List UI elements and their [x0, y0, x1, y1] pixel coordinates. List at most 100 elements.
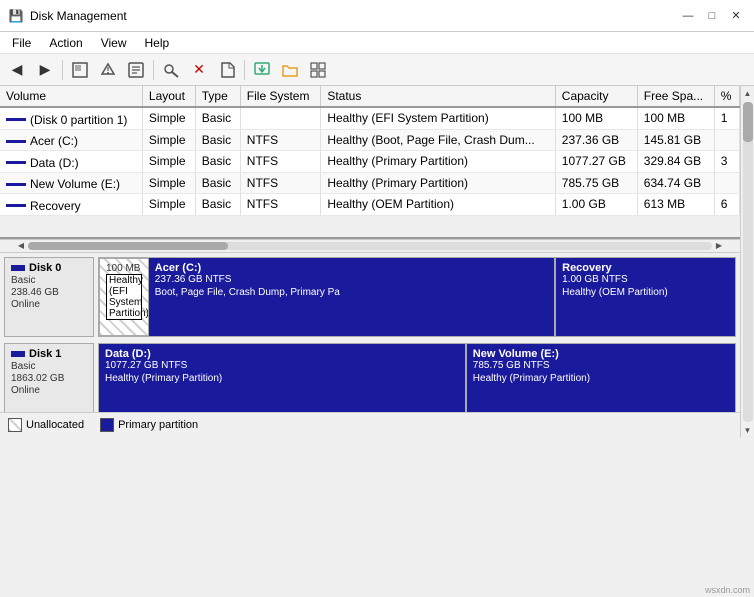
minimize-button[interactable]: —: [678, 6, 698, 26]
toolbar-sep-2: [153, 60, 154, 80]
toolbar-forward[interactable]: ▶: [32, 58, 58, 82]
vert-scroll-track[interactable]: [743, 102, 753, 422]
vert-scroll-thumb[interactable]: [743, 102, 753, 142]
cell-layout: Simple: [142, 151, 195, 173]
cell-freespace: 145.81 GB: [637, 129, 714, 151]
cell-capacity: 1.00 GB: [555, 194, 637, 216]
partition[interactable]: 100 MB Healthy (EFI System Partition): [99, 258, 149, 336]
col-pct[interactable]: %: [714, 86, 739, 107]
window-title: Disk Management: [30, 9, 127, 23]
window-controls: — □ ✕: [678, 6, 746, 26]
table-row[interactable]: Recovery Simple Basic NTFS Healthy (OEM …: [0, 194, 740, 216]
table-header-row: Volume Layout Type File System Status Ca…: [0, 86, 740, 107]
partition-name: New Volume (E:): [473, 348, 729, 360]
legend-primary: Primary partition: [100, 418, 198, 432]
toolbar-btn-3[interactable]: [67, 58, 93, 82]
cell-volume: (Disk 0 partition 1): [0, 107, 142, 129]
col-volume[interactable]: Volume: [0, 86, 142, 107]
cell-capacity: 237.36 GB: [555, 129, 637, 151]
partition[interactable]: Data (D:) 1077.27 GB NTFS Healthy (Prima…: [99, 344, 467, 412]
cell-pct: 1: [714, 107, 739, 129]
horizontal-scrollbar[interactable]: ◀ ▶: [0, 239, 740, 253]
cell-status: Healthy (Boot, Page File, Crash Dum...: [321, 129, 555, 151]
toolbar-import[interactable]: [249, 58, 275, 82]
table-body: (Disk 0 partition 1) Simple Basic Health…: [0, 107, 740, 215]
toolbar-sep-3: [244, 60, 245, 80]
cell-filesystem: NTFS: [240, 151, 321, 173]
toolbar-folder[interactable]: [277, 58, 303, 82]
partition[interactable]: Acer (C:) 237.36 GB NTFS Boot, Page File…: [149, 258, 556, 336]
partition-name: Data (D:): [105, 348, 459, 360]
cell-type: Basic: [195, 194, 240, 216]
toolbar-doc[interactable]: [214, 58, 240, 82]
scroll-track[interactable]: [28, 242, 712, 250]
menu-file[interactable]: File: [4, 34, 39, 52]
table-row[interactable]: Data (D:) Simple Basic NTFS Healthy (Pri…: [0, 151, 740, 173]
toolbar-delete[interactable]: ✕: [186, 58, 212, 82]
toolbar-grid[interactable]: [305, 58, 331, 82]
cell-filesystem: NTFS: [240, 194, 321, 216]
col-type[interactable]: Type: [195, 86, 240, 107]
disk-row: Disk 1 Basic 1863.02 GB Online Data (D:)…: [4, 343, 736, 412]
disk-size: 1863.02 GB: [11, 373, 87, 384]
toolbar-btn-4[interactable]: [95, 58, 121, 82]
col-layout[interactable]: Layout: [142, 86, 195, 107]
col-capacity[interactable]: Capacity: [555, 86, 637, 107]
partition-size: 1077.27 GB NTFS: [105, 360, 459, 371]
cell-volume: New Volume (E:): [0, 172, 142, 194]
partition[interactable]: New Volume (E:) 785.75 GB NTFS Healthy (…: [467, 344, 735, 412]
toolbar-btn-5[interactable]: [123, 58, 149, 82]
volume-table-section[interactable]: Volume Layout Type File System Status Ca…: [0, 86, 740, 239]
col-filesystem[interactable]: File System: [240, 86, 321, 107]
cell-freespace: 613 MB: [637, 194, 714, 216]
cell-layout: Simple: [142, 129, 195, 151]
cell-volume: Acer (C:): [0, 129, 142, 151]
disk-status: Online: [11, 385, 87, 396]
cell-pct: [714, 129, 739, 151]
cell-pct: [714, 172, 739, 194]
col-status[interactable]: Status: [321, 86, 555, 107]
cell-freespace: 100 MB: [637, 107, 714, 129]
disk-type: Basic: [11, 275, 87, 286]
cell-capacity: 100 MB: [555, 107, 637, 129]
disk-content: Volume Layout Type File System Status Ca…: [0, 86, 740, 438]
partition-status: Healthy (Primary Partition): [105, 373, 459, 384]
table-row[interactable]: Acer (C:) Simple Basic NTFS Healthy (Boo…: [0, 129, 740, 151]
scroll-thumb[interactable]: [28, 242, 228, 250]
title-bar: 💾 Disk Management — □ ✕: [0, 0, 754, 32]
cell-type: Basic: [195, 151, 240, 173]
menu-bar: File Action View Help: [0, 32, 754, 54]
col-freespace[interactable]: Free Spa...: [637, 86, 714, 107]
cell-volume: Recovery: [0, 194, 142, 216]
partition[interactable]: Recovery 1.00 GB NTFS Healthy (OEM Parti…: [556, 258, 735, 336]
toolbar-key[interactable]: [158, 58, 184, 82]
cell-pct: 6: [714, 194, 739, 216]
close-button[interactable]: ✕: [726, 6, 746, 26]
cell-layout: Simple: [142, 194, 195, 216]
cell-status: Healthy (OEM Partition): [321, 194, 555, 216]
partition-status: Healthy (EFI System Partition): [106, 274, 142, 320]
menu-view[interactable]: View: [93, 34, 135, 52]
table-row[interactable]: New Volume (E:) Simple Basic NTFS Health…: [0, 172, 740, 194]
toolbar-back[interactable]: ◀: [4, 58, 30, 82]
disk-status: Online: [11, 299, 87, 310]
cell-layout: Simple: [142, 107, 195, 129]
partition-name: Recovery: [562, 262, 729, 274]
maximize-button[interactable]: □: [702, 6, 722, 26]
cell-capacity: 1077.27 GB: [555, 151, 637, 173]
menu-action[interactable]: Action: [41, 34, 90, 52]
vertical-scrollbar[interactable]: ▲ ▼: [740, 86, 754, 438]
disk-partitions: 100 MB Healthy (EFI System Partition) Ac…: [98, 257, 736, 337]
scroll-right-arrow[interactable]: ▶: [712, 239, 726, 253]
menu-help[interactable]: Help: [137, 34, 178, 52]
cell-type: Basic: [195, 129, 240, 151]
scroll-left-arrow[interactable]: ◀: [14, 239, 28, 253]
scroll-down-arrow[interactable]: ▼: [741, 424, 754, 438]
cell-filesystem: NTFS: [240, 172, 321, 194]
partition-name: Acer (C:): [155, 262, 548, 274]
legend-primary-box: [100, 418, 114, 432]
scroll-up-arrow[interactable]: ▲: [741, 86, 754, 100]
disk-type: Basic: [11, 361, 87, 372]
table-row[interactable]: (Disk 0 partition 1) Simple Basic Health…: [0, 107, 740, 129]
partition-size: 785.75 GB NTFS: [473, 360, 729, 371]
